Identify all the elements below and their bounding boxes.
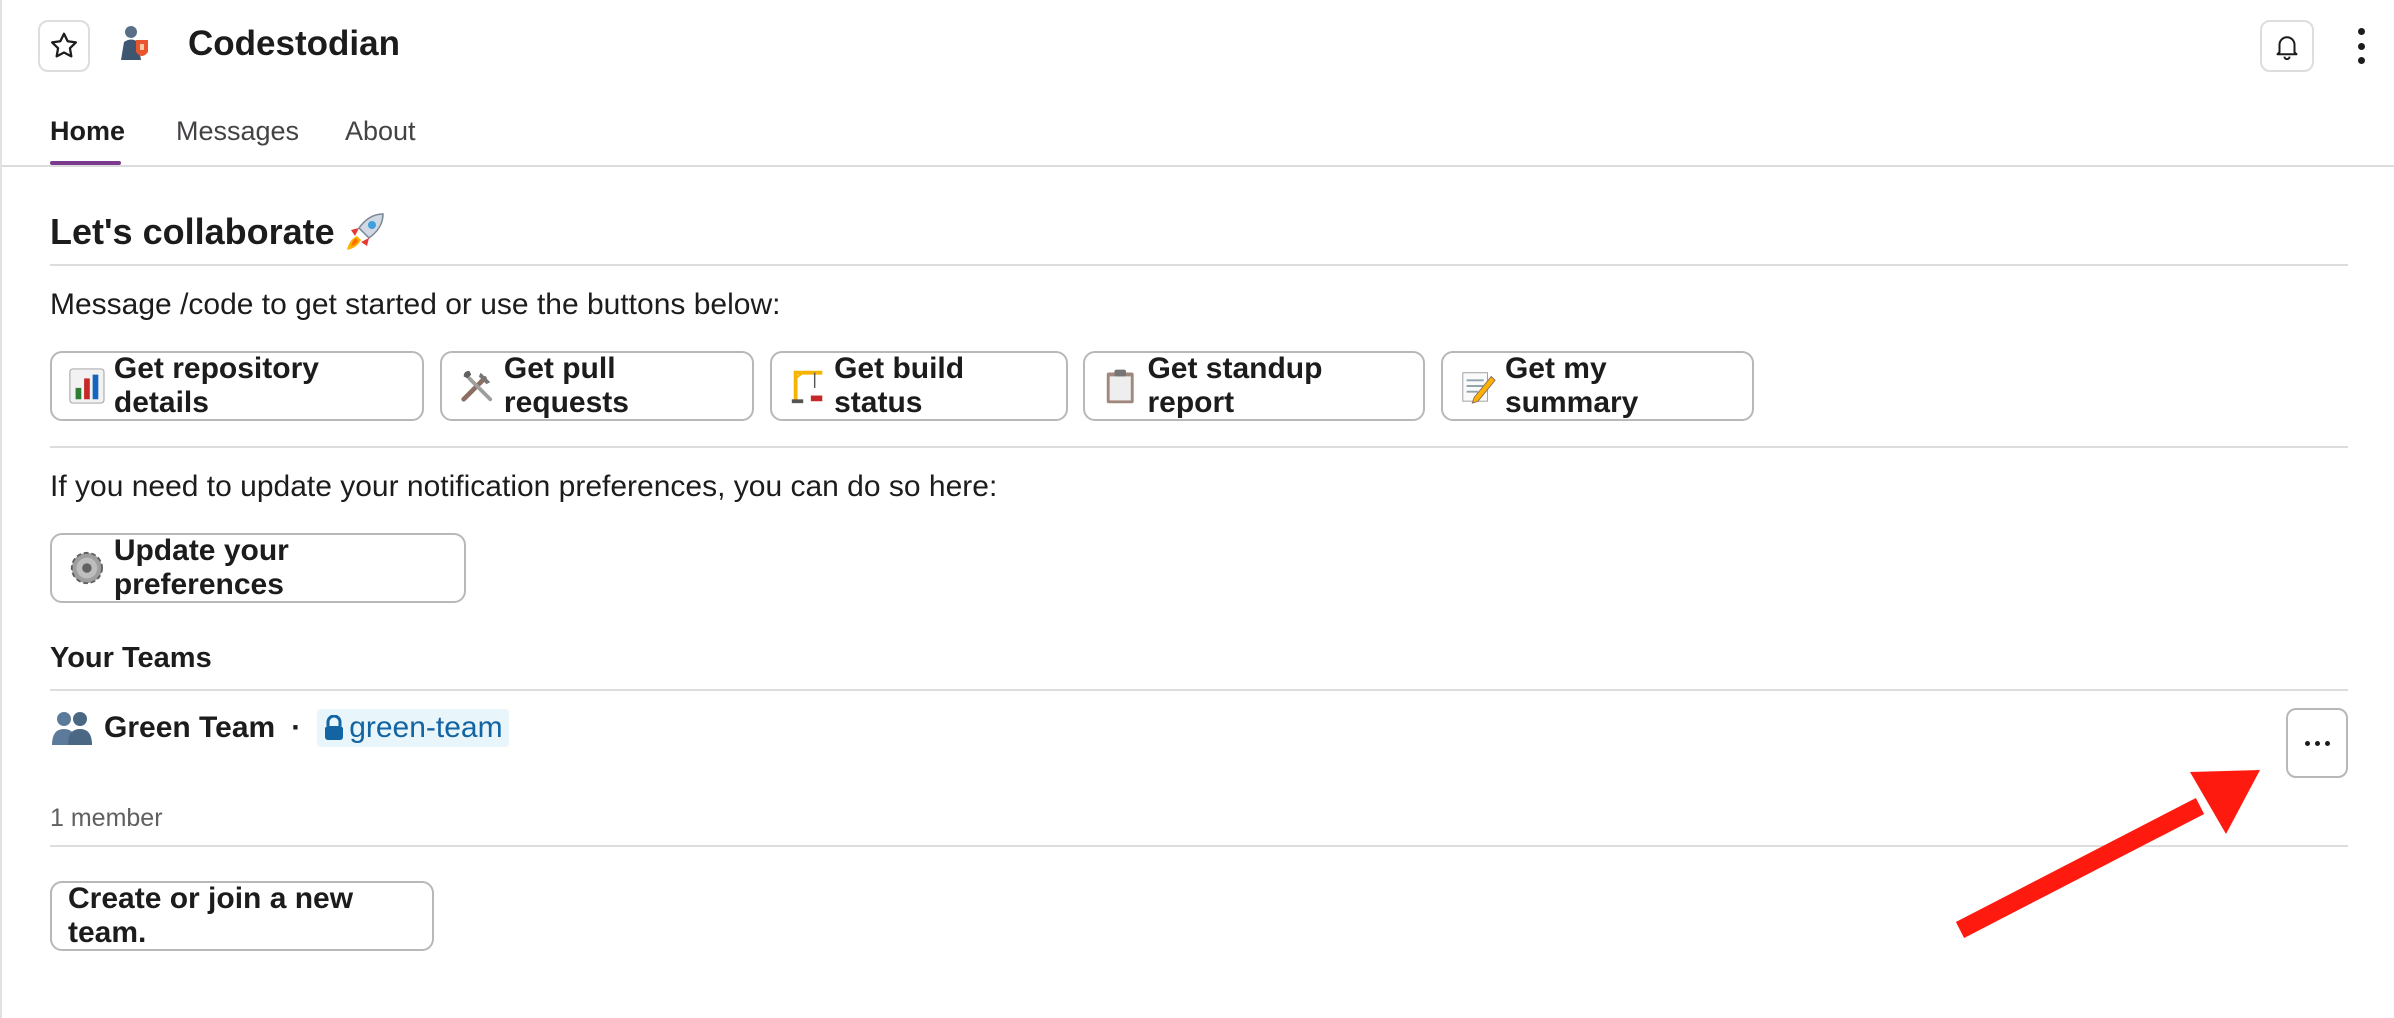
tab-about[interactable]: About (345, 116, 416, 147)
button-label: Get standup report (1147, 352, 1323, 419)
button-label: Get my summary (1504, 352, 1639, 419)
tab-home[interactable]: Home (50, 116, 125, 147)
rocket-icon (346, 213, 384, 250)
button-label: Update your preferences (113, 534, 289, 601)
team-more-actions-button[interactable] (2286, 708, 2348, 778)
teams-heading: Your Teams (50, 642, 212, 674)
tab-messages[interactable]: Messages (176, 116, 299, 147)
ellipsis-dot (2314, 740, 2320, 746)
channel-name: green-team (349, 711, 503, 744)
kebab-dot (2357, 28, 2365, 35)
more-options-button[interactable] (2350, 24, 2372, 68)
section-divider (50, 264, 2348, 266)
memo-icon (1462, 372, 1496, 404)
tools-icon (461, 370, 493, 402)
lock-icon (325, 715, 344, 740)
crane-icon (791, 370, 823, 404)
bell-icon (2276, 36, 2298, 61)
intro-text: Message /code to get started or use the … (50, 288, 781, 321)
bar-chart-icon (69, 368, 105, 404)
update-preferences-button[interactable]: Update your preferences (50, 533, 466, 603)
star-button[interactable] (38, 20, 90, 72)
app-avatar-icon (121, 26, 148, 60)
get-my-summary-button[interactable]: Get my summary (1441, 351, 1754, 421)
separator: · (291, 711, 302, 744)
button-label: Get build status (834, 352, 965, 419)
kebab-dot (2357, 57, 2365, 64)
team-row: Green Team · green-team (50, 706, 509, 750)
button-label: Get pull requests (503, 352, 629, 419)
section-divider (50, 446, 2348, 448)
left-border (0, 0, 2, 1018)
get-pull-requests-button[interactable]: Get pull requests (440, 351, 754, 421)
notifications-button[interactable] (2260, 20, 2314, 72)
get-build-status-button[interactable]: Get build status (770, 351, 1068, 421)
team-icon (52, 712, 92, 745)
get-repository-details-button[interactable]: Get repository details (50, 351, 424, 421)
team-member-count: 1 member (50, 804, 163, 832)
clipboard-icon (1106, 369, 1134, 404)
star-icon (51, 32, 77, 58)
get-standup-report-button[interactable]: Get standup report (1083, 351, 1425, 421)
channel-link[interactable]: green-team (317, 709, 509, 747)
annotation-arrow (1955, 770, 2260, 938)
gear-icon (70, 551, 103, 585)
team-name: Green Team (104, 711, 276, 744)
ellipsis-dot (2324, 740, 2330, 746)
app-name: Codestodian (188, 24, 400, 63)
button-label: Get repository details (113, 352, 319, 419)
create-team-button[interactable]: Create or join a new team. (50, 881, 434, 951)
page-heading: Let's collaborate (50, 210, 387, 254)
tabs-divider (2, 165, 2394, 167)
page-title: Let's collaborate (50, 211, 335, 252)
ellipsis-dot (2304, 740, 2310, 746)
button-label: Create or join a new team. (68, 882, 354, 949)
kebab-dot (2357, 42, 2365, 50)
section-divider (50, 689, 2348, 691)
preferences-text: If you need to update your notification … (50, 470, 998, 503)
